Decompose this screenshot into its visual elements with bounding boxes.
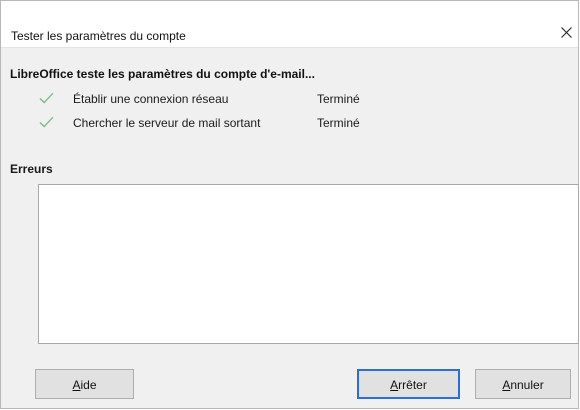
title-bar: Tester les paramètres du compte [1,1,578,48]
cancel-label-rest: nnuler [510,378,544,392]
task-row: Établir une connexion réseau Terminé [1,90,561,108]
help-button[interactable]: Aide [35,369,134,399]
task-label: Chercher le serveur de mail sortant [73,116,261,130]
checkmark-icon [39,116,54,128]
errors-textarea[interactable] [38,184,579,344]
task-label: Établir une connexion réseau [73,92,229,106]
errors-label: Erreurs [10,162,53,176]
task-status: Terminé [317,92,360,106]
dialog-window: Tester les paramètres du compte LibreOff… [0,0,579,409]
window-title: Tester les paramètres du compte [11,29,186,43]
help-label-rest: ide [80,378,97,392]
checkmark-icon [39,92,54,104]
task-row: Chercher le serveur de mail sortant Term… [1,114,561,132]
cancel-button[interactable]: Annuler [475,369,571,399]
task-status: Terminé [317,116,360,130]
close-icon [561,27,572,38]
stop-mnemonic: A [390,378,399,392]
help-mnemonic: A [72,378,81,392]
stop-button[interactable]: Arrêter [357,369,460,399]
close-button[interactable] [556,19,578,45]
stop-label-rest: rrêter [398,378,427,392]
progress-heading: LibreOffice teste les paramètres du comp… [10,67,315,81]
